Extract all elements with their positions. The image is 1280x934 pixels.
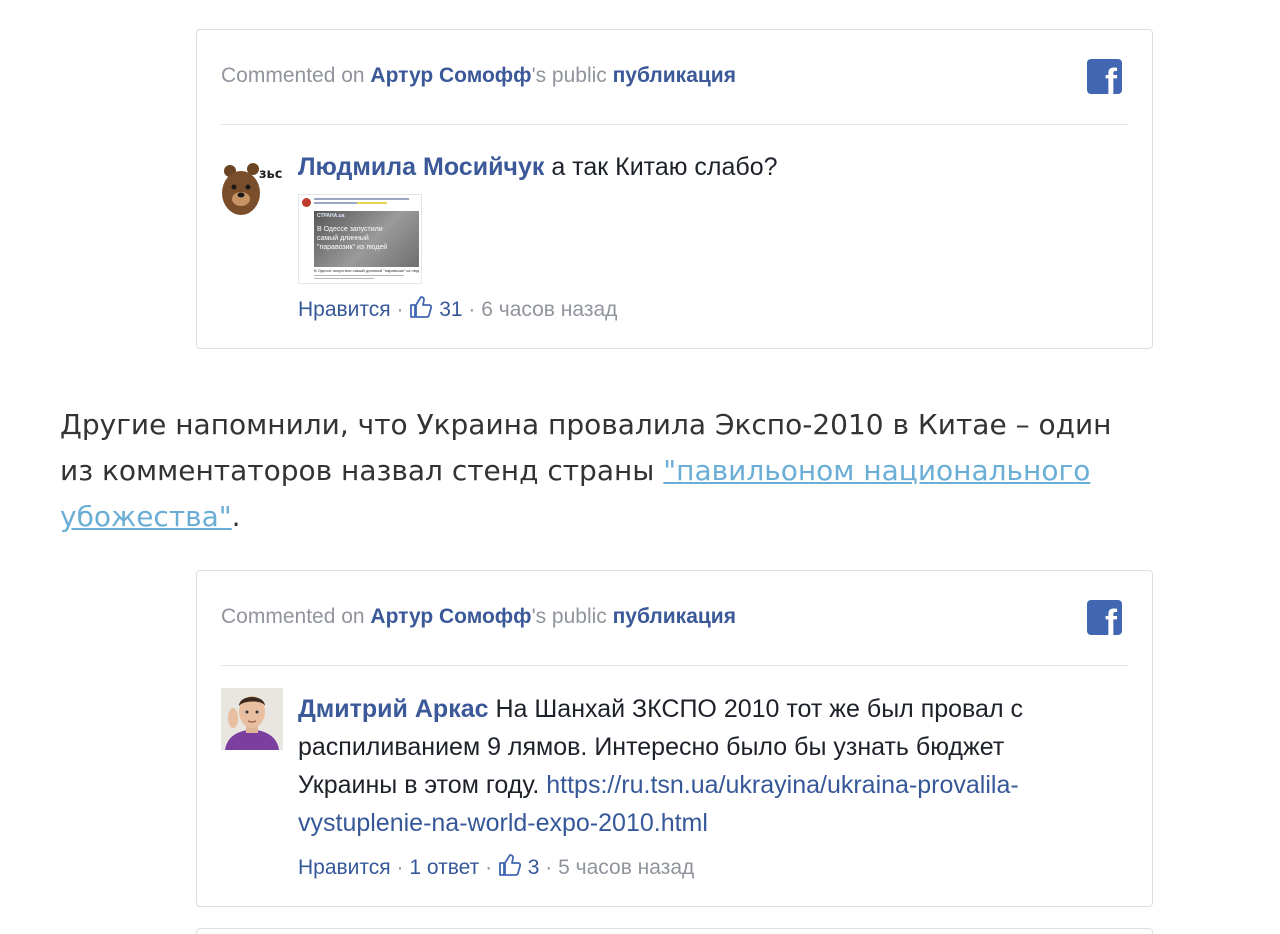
separator: · — [396, 298, 404, 321]
page-name-link[interactable]: Артур Сомофф — [370, 64, 531, 87]
thumbnail-overlay-text: В Одессе запустили самый длинный "параво… — [317, 226, 388, 251]
like-link[interactable]: Нравится — [298, 856, 391, 879]
facebook-comment-embed-partial — [196, 928, 1153, 934]
page-name-link[interactable]: Артур Сомофф — [370, 605, 531, 628]
like-count[interactable]: 3 — [498, 854, 545, 879]
header-prefix: Commented on — [221, 605, 365, 628]
comment-text: а так Китаю слабо? — [551, 153, 778, 181]
facebook-comment-embed: Commented on Артур Сомофф's public публи… — [196, 570, 1153, 907]
article-paragraph: Другие напомнили, что Украина провалила … — [60, 402, 1150, 540]
like-count[interactable]: 31 — [409, 296, 468, 321]
header-middle: 's public — [531, 64, 607, 87]
separator: · — [545, 856, 553, 879]
like-link[interactable]: Нравится — [298, 298, 391, 321]
embed-header: Commented on Артур Сомофф's public публи… — [221, 30, 1128, 125]
like-count-value: 31 — [439, 298, 463, 321]
separator: · — [485, 856, 493, 879]
facebook-comment-embed: Commented on Артур Сомофф's public публи… — [196, 29, 1153, 349]
avatar[interactable] — [221, 688, 283, 750]
article-text-end: . — [231, 500, 241, 533]
thumbs-up-icon — [499, 854, 522, 876]
page: Commented on Артур Сомофф's public публи… — [0, 0, 1280, 934]
embed-header: Commented on Артур Сомофф's public публи… — [221, 571, 1128, 666]
header-prefix: Commented on — [221, 64, 365, 87]
header-middle: 's public — [531, 605, 607, 628]
post-link[interactable]: публикация — [613, 64, 736, 87]
thumbs-up-icon — [410, 296, 433, 318]
comment-attachment-thumbnail[interactable]: СТРАНА.ua В Одессе запустили самый длинн… — [298, 194, 422, 284]
like-count-value: 3 — [527, 856, 540, 879]
comment-body: Людмила Мосийчук а так Китаю слабо? — [298, 148, 1092, 186]
avatar-text: зьс — [259, 167, 283, 182]
comment-timestamp[interactable]: 5 часов назад — [558, 856, 694, 879]
thumbnail-image: СТРАНА.ua В Одессе запустили самый длинн… — [314, 211, 419, 267]
thumbnail-site: СТРАНА.ua — [317, 213, 345, 219]
facebook-logo-icon[interactable]: f — [1087, 600, 1122, 635]
embed-header-text: Commented on Артур Сомофф's public публи… — [221, 64, 736, 88]
comment-timestamp[interactable]: 6 часов назад — [481, 298, 617, 321]
facebook-logo-icon[interactable]: f — [1087, 59, 1122, 94]
reply-link[interactable]: 1 ответ — [409, 856, 479, 879]
comment-author-link[interactable]: Дмитрий Аркас — [298, 695, 489, 723]
comment-author-link[interactable]: Людмила Мосийчук — [298, 153, 544, 181]
comment-meta: Нравится · 31 · 6 часов назад — [298, 295, 617, 322]
embed-header-text: Commented on Артур Сомофф's public публи… — [221, 605, 736, 629]
separator: · — [468, 298, 476, 321]
comment-meta: Нравится · 1 ответ · 3 · 5 часов назад — [298, 853, 694, 880]
separator: · — [396, 856, 404, 879]
thumbnail-caption: В Одессе запустили самый длинный "параво… — [314, 268, 419, 273]
comment-body: Дмитрий Аркас На Шанхай ЗКСПО 2010 тот ж… — [298, 690, 1092, 842]
site-favicon-icon — [302, 198, 311, 207]
post-link[interactable]: публикация — [613, 605, 736, 628]
avatar[interactable]: зьс — [221, 157, 283, 219]
